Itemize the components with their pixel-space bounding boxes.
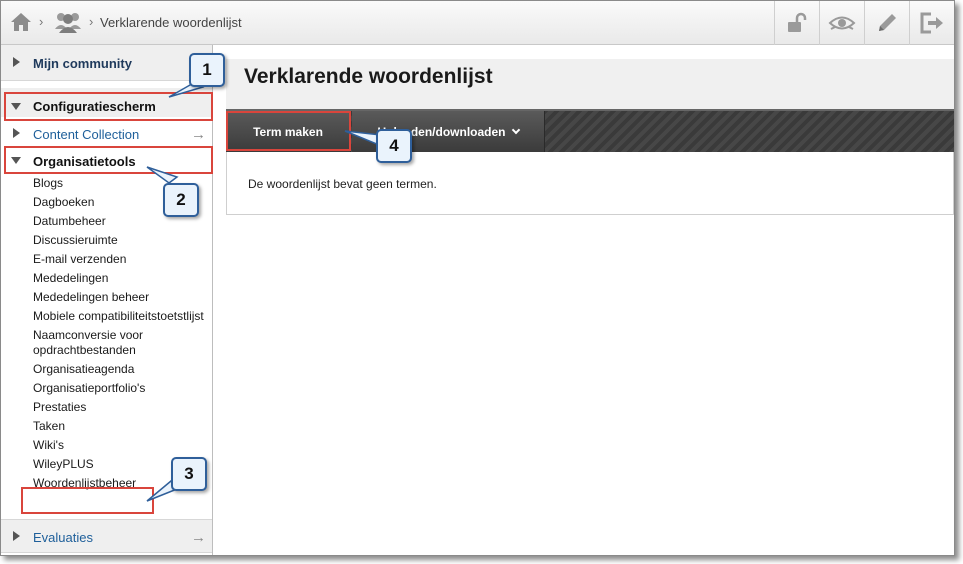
- callout-pointers: [146, 80, 382, 502]
- callout-3: 3: [171, 457, 207, 491]
- callout-4: 4: [376, 129, 412, 163]
- callout-1: 1: [189, 53, 225, 87]
- callout-2: 2: [163, 183, 199, 217]
- app-window: › › Verklarende woordenlijst Mijn commun…: [0, 0, 955, 556]
